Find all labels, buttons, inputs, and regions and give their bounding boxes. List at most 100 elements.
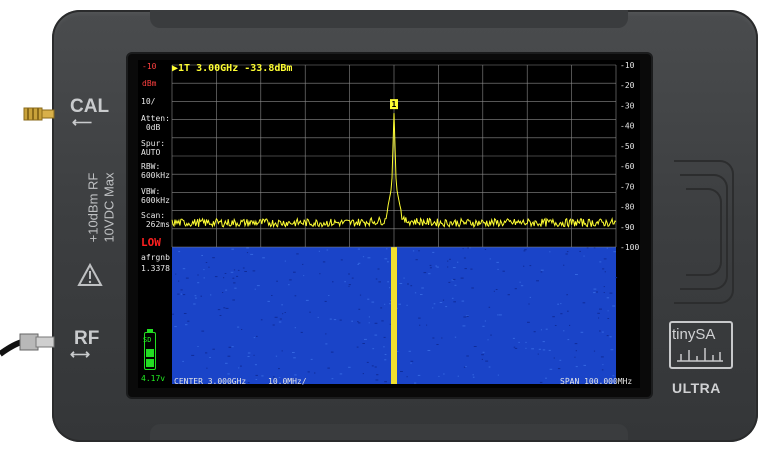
- vbw-setting[interactable]: VBW: 600kHz: [141, 187, 170, 205]
- waterfall-speckle: [247, 356, 250, 357]
- waterfall-speckle: [279, 318, 282, 320]
- waterfall-speckle: [565, 253, 568, 255]
- waterfall-speckle: [583, 255, 585, 257]
- waterfall-speckle: [183, 313, 187, 314]
- waterfall-speckle: [255, 379, 258, 380]
- waterfall-speckle: [294, 295, 297, 297]
- attenuation-setting[interactable]: Atten: 0dB: [141, 114, 170, 132]
- waterfall-speckle: [309, 311, 311, 313]
- waterfall-speckle: [443, 373, 445, 375]
- waterfall-speckle: [482, 351, 485, 353]
- top-bevel: [150, 10, 628, 28]
- waterfall-speckle: [358, 322, 361, 324]
- waterfall-speckle: [481, 354, 484, 356]
- waterfall-speckle: [195, 297, 197, 299]
- waterfall-speckle: [593, 292, 596, 294]
- waterfall-speckle: [528, 303, 530, 305]
- waterfall-speckle: [497, 374, 499, 376]
- battery-voltage: 4.17v: [141, 374, 166, 383]
- bottom-bevel: [150, 424, 628, 440]
- waterfall-speckle: [293, 357, 296, 359]
- scan-time: Scan: 262ms: [141, 211, 170, 229]
- waterfall-speckle: [575, 366, 578, 368]
- waterfall-speckle: [193, 303, 196, 305]
- waterfall-speckle: [414, 292, 417, 294]
- waterfall-speckle: [225, 307, 229, 309]
- waterfall-speckle: [247, 352, 251, 354]
- sd-card-icon: SD: [143, 336, 152, 344]
- center-frequency[interactable]: CENTER 3.000GHz: [174, 377, 246, 386]
- waterfall-speckle: [254, 288, 256, 290]
- waterfall-speckle: [348, 273, 350, 275]
- waterfall-speckle: [389, 287, 391, 289]
- spur-setting[interactable]: Spur: AUTO: [141, 139, 165, 157]
- waterfall-speckle: [398, 303, 401, 305]
- waterfall-speckle: [302, 263, 304, 265]
- waterfall-speckle: [372, 348, 375, 350]
- model-label: ULTRA: [672, 380, 721, 396]
- waterfall-speckle: [597, 312, 600, 314]
- waterfall-speckle: [356, 346, 359, 348]
- waterfall-speckle: [427, 350, 431, 351]
- y-tick-label: -10: [620, 61, 635, 70]
- waterfall-speckle: [507, 294, 510, 296]
- marker-readout[interactable]: ▶1T 3.00GHz -33.8dBm: [172, 63, 292, 74]
- reference-level[interactable]: -10: [142, 62, 156, 71]
- waterfall-speckle: [208, 266, 210, 268]
- waterfall-speckle: [197, 346, 199, 347]
- waterfall-speckle: [183, 294, 186, 296]
- waterfall-speckle: [465, 366, 467, 368]
- waterfall-speckle: [246, 252, 249, 254]
- y-tick-label: -40: [620, 122, 635, 131]
- waterfall-speckle: [607, 310, 609, 312]
- waterfall-speckle: [452, 267, 456, 269]
- waterfall-speckle: [351, 320, 353, 322]
- waterfall-speckle: [288, 284, 290, 286]
- waterfall-speckle: [447, 266, 449, 268]
- waterfall-speckle: [368, 316, 370, 318]
- waterfall-speckle: [606, 297, 610, 299]
- waterfall-speckle: [303, 275, 305, 277]
- waterfall-speckle: [206, 367, 208, 369]
- spectrum-plot[interactable]: -10 -20 -30 -40 -50 -60 -70 -80 -90 -100 1: [138, 60, 640, 388]
- waterfall-speckle: [429, 264, 432, 266]
- display-screen[interactable]: -10 -20 -30 -40 -50 -60 -70 -80 -90 -100 1 -10 dBm…: [138, 60, 640, 388]
- waterfall-speckle: [317, 316, 319, 318]
- waterfall-speckle: [384, 381, 387, 383]
- y-tick-label: -90: [620, 223, 635, 232]
- waterfall-speckle: [449, 258, 451, 260]
- waterfall-speckle: [214, 276, 218, 278]
- waterfall-speckle: [357, 248, 360, 250]
- rbw-setting[interactable]: RBW: 600kHz: [141, 162, 170, 180]
- lna-mode[interactable]: LOW: [141, 236, 161, 249]
- waterfall-speckle: [246, 247, 249, 249]
- waterfall-speckle: [553, 357, 555, 359]
- span-frequency[interactable]: SPAN 100.000MHz: [560, 377, 632, 386]
- waterfall-speckle: [375, 379, 379, 381]
- waterfall-speckle: [339, 373, 343, 375]
- waterfall-speckle: [426, 324, 428, 326]
- waterfall-speckle: [389, 323, 391, 325]
- waterfall-speckle: [451, 297, 454, 299]
- waterfall-speckle: [463, 366, 466, 368]
- waterfall-speckle: [615, 277, 618, 279]
- waterfall-speckle: [466, 315, 469, 317]
- waterfall-speckle: [603, 258, 607, 260]
- waterfall-speckle: [549, 251, 551, 253]
- waterfall-speckle: [172, 313, 174, 315]
- waterfall-speckle: [452, 278, 456, 280]
- waterfall-speckle: [493, 290, 495, 292]
- waterfall-speckle: [332, 281, 334, 283]
- waterfall-speckle: [410, 360, 414, 362]
- waterfall-speckle: [358, 308, 361, 310]
- waterfall-speckle: [182, 268, 186, 270]
- waterfall-speckle: [575, 274, 578, 275]
- waterfall-speckle: [542, 349, 546, 351]
- waterfall-speckle: [374, 334, 378, 336]
- reference-unit: dBm: [142, 79, 157, 88]
- waterfall-speckle: [210, 294, 212, 296]
- waterfall-speckle: [602, 268, 605, 270]
- waterfall-speckle: [228, 346, 232, 348]
- waterfall-speckle: [432, 307, 434, 309]
- waterfall-speckle: [609, 292, 613, 294]
